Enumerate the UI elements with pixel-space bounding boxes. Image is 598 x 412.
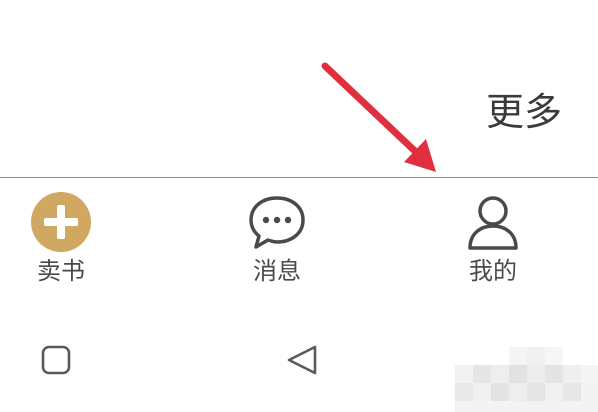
red-arrow-icon xyxy=(321,62,436,172)
person-icon xyxy=(468,196,518,250)
tab-messages-label: 消息 xyxy=(253,257,301,285)
add-circle-icon xyxy=(31,192,91,252)
tab-sell-book-label: 卖书 xyxy=(37,257,85,285)
recent-apps-button[interactable] xyxy=(40,344,72,376)
more-link[interactable]: 更多 xyxy=(486,88,562,136)
tab-bar-divider xyxy=(0,177,598,178)
chat-bubble-icon xyxy=(249,196,305,249)
tab-mine[interactable]: 我的 xyxy=(433,190,553,290)
mosaic-blur-area xyxy=(455,347,598,412)
tab-messages[interactable]: 消息 xyxy=(217,190,337,290)
tab-mine-label: 我的 xyxy=(469,257,517,285)
tab-sell-book[interactable]: 卖书 xyxy=(1,190,121,290)
back-triangle-icon[interactable] xyxy=(285,343,319,377)
